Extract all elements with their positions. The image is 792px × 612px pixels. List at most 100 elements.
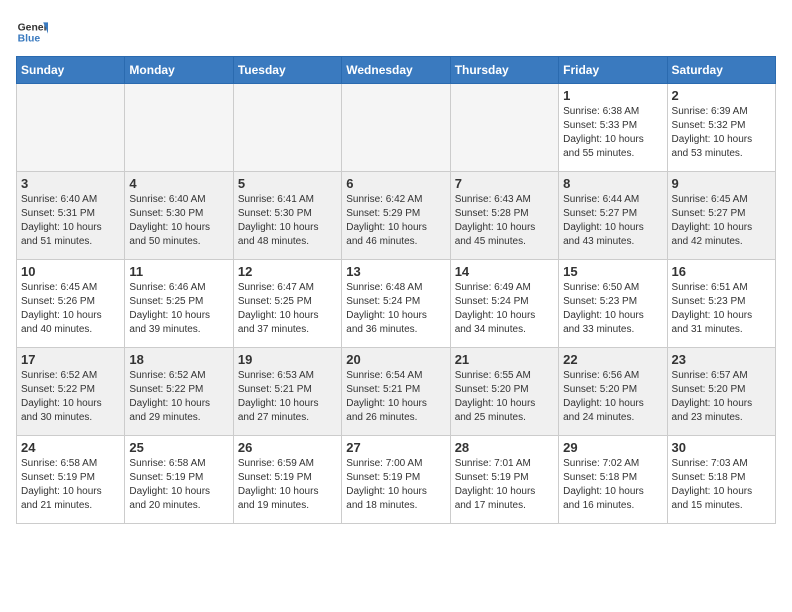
day-number: 5 (238, 176, 337, 191)
day-number: 23 (672, 352, 771, 367)
day-info: Sunrise: 6:46 AMSunset: 5:25 PMDaylight:… (129, 281, 228, 337)
calendar-day-cell: 9 Sunrise: 6:45 AMSunset: 5:27 PMDaylight… (667, 172, 775, 260)
logo-icon: General Blue (16, 16, 48, 48)
day-info: Sunrise: 6:58 AMSunset: 5:19 PMDaylight:… (129, 457, 228, 513)
day-info: Sunrise: 6:52 AMSunset: 5:22 PMDaylight:… (21, 369, 120, 425)
calendar-day-cell: 29 Sunrise: 7:02 AMSunset: 5:18 PMDayligh… (559, 436, 667, 524)
day-number: 6 (346, 176, 445, 191)
calendar-day-cell: 27 Sunrise: 7:00 AMSunset: 5:19 PMDayligh… (342, 436, 450, 524)
day-number: 3 (21, 176, 120, 191)
calendar-week-row: 3 Sunrise: 6:40 AMSunset: 5:31 PMDaylight… (17, 172, 776, 260)
calendar-day-cell: 17 Sunrise: 6:52 AMSunset: 5:22 PMDayligh… (17, 348, 125, 436)
day-info: Sunrise: 6:43 AMSunset: 5:28 PMDaylight:… (455, 193, 554, 249)
day-number: 12 (238, 264, 337, 279)
calendar-day-cell (233, 84, 341, 172)
day-number: 8 (563, 176, 662, 191)
calendar-day-cell: 6Sunrise: 6:42 AMSunset: 5:29 PMDaylight… (342, 172, 450, 260)
calendar-header-row: SundayMondayTuesdayWednesdayThursdayFrid… (17, 57, 776, 84)
calendar-day-cell (342, 84, 450, 172)
day-info: Sunrise: 6:56 AMSunset: 5:20 PMDaylight:… (563, 369, 662, 425)
day-info: Sunrise: 7:03 AMSunset: 5:18 PMDaylight:… (672, 457, 771, 513)
day-info: Sunrise: 6:40 AMSunset: 5:30 PMDaylight:… (129, 193, 228, 249)
calendar-day-cell: 16 Sunrise: 6:51 AMSunset: 5:23 PMDayligh… (667, 260, 775, 348)
calendar-day-cell: 13 Sunrise: 6:48 AMSunset: 5:24 PMDayligh… (342, 260, 450, 348)
weekday-header-sunday: Sunday (17, 57, 125, 84)
day-number: 20 (346, 352, 445, 367)
svg-text:Blue: Blue (18, 34, 41, 45)
day-number: 22 (563, 352, 662, 367)
calendar-day-cell: 7 Sunrise: 6:43 AMSunset: 5:28 PMDaylight… (450, 172, 558, 260)
day-number: 27 (346, 440, 445, 455)
day-number: 21 (455, 352, 554, 367)
day-info: Sunrise: 6:53 AMSunset: 5:21 PMDaylight:… (238, 369, 337, 425)
day-info: Sunrise: 6:45 AMSunset: 5:27 PMDaylight:… (672, 193, 771, 249)
calendar-week-row: 10Sunrise: 6:45 AMSunset: 5:26 PMDayligh… (17, 260, 776, 348)
day-info: Sunrise: 6:54 AMSunset: 5:21 PMDaylight:… (346, 369, 445, 425)
day-info: Sunrise: 6:48 AMSunset: 5:24 PMDaylight:… (346, 281, 445, 337)
day-number: 30 (672, 440, 771, 455)
day-number: 7 (455, 176, 554, 191)
day-info: Sunrise: 6:59 AMSunset: 5:19 PMDaylight:… (238, 457, 337, 513)
day-info: Sunrise: 6:49 AMSunset: 5:24 PMDaylight:… (455, 281, 554, 337)
calendar-week-row: 1Sunrise: 6:38 AMSunset: 5:33 PMDaylight… (17, 84, 776, 172)
day-number: 17 (21, 352, 120, 367)
day-number: 11 (129, 264, 228, 279)
day-info: Sunrise: 6:44 AMSunset: 5:27 PMDaylight:… (563, 193, 662, 249)
day-info: Sunrise: 7:00 AMSunset: 5:19 PMDaylight:… (346, 457, 445, 513)
calendar-day-cell: 4 Sunrise: 6:40 AMSunset: 5:30 PMDaylight… (125, 172, 233, 260)
day-number: 28 (455, 440, 554, 455)
day-number: 15 (563, 264, 662, 279)
weekday-header-friday: Friday (559, 57, 667, 84)
calendar-day-cell: 2Sunrise: 6:39 AMSunset: 5:32 PMDaylight… (667, 84, 775, 172)
day-number: 14 (455, 264, 554, 279)
day-number: 4 (129, 176, 228, 191)
calendar-day-cell: 11 Sunrise: 6:46 AMSunset: 5:25 PMDayligh… (125, 260, 233, 348)
calendar-day-cell: 26Sunrise: 6:59 AMSunset: 5:19 PMDayligh… (233, 436, 341, 524)
calendar-table: SundayMondayTuesdayWednesdayThursdayFrid… (16, 56, 776, 524)
day-number: 25 (129, 440, 228, 455)
day-info: Sunrise: 7:01 AMSunset: 5:19 PMDaylight:… (455, 457, 554, 513)
day-info: Sunrise: 6:58 AMSunset: 5:19 PMDaylight:… (21, 457, 120, 513)
svg-text:General: General (18, 22, 48, 33)
day-number: 29 (563, 440, 662, 455)
day-info: Sunrise: 6:52 AMSunset: 5:22 PMDaylight:… (129, 369, 228, 425)
calendar-day-cell (450, 84, 558, 172)
day-number: 13 (346, 264, 445, 279)
calendar-day-cell: 8 Sunrise: 6:44 AMSunset: 5:27 PMDaylight… (559, 172, 667, 260)
day-info: Sunrise: 6:40 AMSunset: 5:31 PMDaylight:… (21, 193, 120, 249)
calendar-day-cell: 21Sunrise: 6:55 AMSunset: 5:20 PMDayligh… (450, 348, 558, 436)
calendar-day-cell (17, 84, 125, 172)
day-number: 10 (21, 264, 120, 279)
day-info: Sunrise: 7:02 AMSunset: 5:18 PMDaylight:… (563, 457, 662, 513)
calendar-day-cell: 19 Sunrise: 6:53 AMSunset: 5:21 PMDayligh… (233, 348, 341, 436)
weekday-header-monday: Monday (125, 57, 233, 84)
day-info: Sunrise: 6:50 AMSunset: 5:23 PMDaylight:… (563, 281, 662, 337)
day-number: 16 (672, 264, 771, 279)
calendar-day-cell: 23Sunrise: 6:57 AMSunset: 5:20 PMDayligh… (667, 348, 775, 436)
day-number: 19 (238, 352, 337, 367)
day-number: 2 (672, 88, 771, 103)
day-info: Sunrise: 6:41 AMSunset: 5:30 PMDaylight:… (238, 193, 337, 249)
calendar-day-cell: 25 Sunrise: 6:58 AMSunset: 5:19 PMDayligh… (125, 436, 233, 524)
calendar-day-cell: 3 Sunrise: 6:40 AMSunset: 5:31 PMDaylight… (17, 172, 125, 260)
day-number: 9 (672, 176, 771, 191)
calendar-week-row: 17 Sunrise: 6:52 AMSunset: 5:22 PMDayligh… (17, 348, 776, 436)
calendar-day-cell: 14 Sunrise: 6:49 AMSunset: 5:24 PMDayligh… (450, 260, 558, 348)
calendar-day-cell: 28 Sunrise: 7:01 AMSunset: 5:19 PMDayligh… (450, 436, 558, 524)
weekday-header-saturday: Saturday (667, 57, 775, 84)
weekday-header-wednesday: Wednesday (342, 57, 450, 84)
calendar-day-cell: 12 Sunrise: 6:47 AMSunset: 5:25 PMDayligh… (233, 260, 341, 348)
calendar-day-cell: 15 Sunrise: 6:50 AMSunset: 5:23 PMDayligh… (559, 260, 667, 348)
calendar-day-cell: 5 Sunrise: 6:41 AMSunset: 5:30 PMDaylight… (233, 172, 341, 260)
day-info: Sunrise: 6:47 AMSunset: 5:25 PMDaylight:… (238, 281, 337, 337)
day-number: 18 (129, 352, 228, 367)
calendar-day-cell: 30 Sunrise: 7:03 AMSunset: 5:18 PMDayligh… (667, 436, 775, 524)
day-number: 24 (21, 440, 120, 455)
page-header: General Blue (16, 16, 776, 48)
calendar-day-cell: 20 Sunrise: 6:54 AMSunset: 5:21 PMDayligh… (342, 348, 450, 436)
day-info: Sunrise: 6:51 AMSunset: 5:23 PMDaylight:… (672, 281, 771, 337)
calendar-day-cell: 22 Sunrise: 6:56 AMSunset: 5:20 PMDayligh… (559, 348, 667, 436)
calendar-week-row: 24 Sunrise: 6:58 AMSunset: 5:19 PMDayligh… (17, 436, 776, 524)
weekday-header-tuesday: Tuesday (233, 57, 341, 84)
logo: General Blue (16, 16, 48, 48)
